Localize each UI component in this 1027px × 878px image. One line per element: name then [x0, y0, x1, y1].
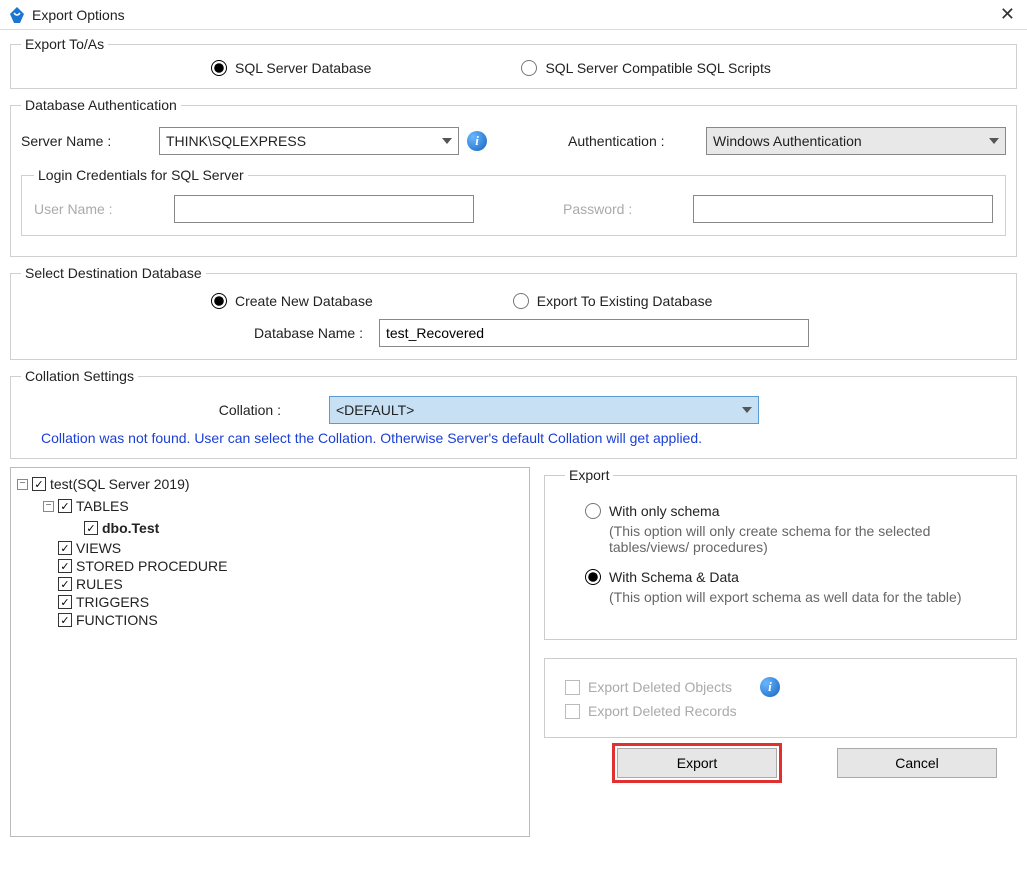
radio-sql-database-input[interactable]	[211, 60, 227, 76]
auth-legend: Database Authentication	[21, 97, 181, 113]
radio-export-existing-db[interactable]: Export To Existing Database	[513, 293, 713, 309]
tree-expander[interactable]: −	[17, 479, 28, 490]
radio-schema-only-label: With only schema	[609, 503, 719, 519]
database-name-input[interactable]	[379, 319, 809, 347]
deleted-options-group: Export Deleted Objects i Export Deleted …	[544, 658, 1017, 738]
tree-checkbox[interactable]	[58, 595, 72, 609]
titlebar: Export Options ✕	[0, 0, 1027, 30]
auth-group: Database Authentication Server Name : TH…	[10, 97, 1017, 257]
tree-checkbox[interactable]	[58, 559, 72, 573]
radio-schema-data-input[interactable]	[585, 569, 601, 585]
server-name-value: THINK\SQLEXPRESS	[166, 133, 306, 149]
authentication-dropdown[interactable]: Windows Authentication	[706, 127, 1006, 155]
tree-table-item: dbo.Test	[102, 520, 159, 536]
destination-legend: Select Destination Database	[21, 265, 206, 281]
cancel-button[interactable]: Cancel	[837, 748, 997, 778]
tree-root-label: test(SQL Server 2019)	[50, 476, 190, 492]
collation-legend: Collation Settings	[21, 368, 138, 384]
close-icon[interactable]: ✕	[996, 4, 1019, 25]
info-icon[interactable]: i	[467, 131, 487, 151]
export-mode-legend: Export	[565, 467, 613, 483]
radio-schema-only[interactable]: With only schema	[585, 503, 996, 519]
radio-sql-database-label: SQL Server Database	[235, 60, 371, 76]
chevron-down-icon	[442, 138, 452, 144]
login-legend: Login Credentials for SQL Server	[34, 167, 248, 183]
radio-sql-scripts-label: SQL Server Compatible SQL Scripts	[545, 60, 770, 76]
info-icon[interactable]: i	[760, 677, 780, 697]
schema-only-desc: (This option will only create schema for…	[609, 523, 969, 555]
radio-create-new-db-input[interactable]	[211, 293, 227, 309]
radio-sql-scripts-input[interactable]	[521, 60, 537, 76]
export-button[interactable]: Export	[617, 748, 777, 778]
radio-create-new-db-label: Create New Database	[235, 293, 373, 309]
export-to-legend: Export To/As	[21, 36, 108, 52]
chevron-down-icon	[989, 138, 999, 144]
collation-note: Collation was not found. User can select…	[21, 430, 1006, 446]
export-to-group: Export To/As SQL Server Database SQL Ser…	[10, 36, 1017, 89]
radio-sql-scripts[interactable]: SQL Server Compatible SQL Scripts	[521, 60, 770, 76]
radio-schema-data-label: With Schema & Data	[609, 569, 739, 585]
chevron-down-icon	[742, 407, 752, 413]
tree-checkbox[interactable]	[58, 577, 72, 591]
password-label: Password :	[563, 201, 683, 217]
tree-sp-label: STORED PROCEDURE	[76, 558, 227, 574]
tree-checkbox[interactable]	[58, 541, 72, 555]
tree-checkbox[interactable]	[58, 499, 72, 513]
radio-sql-database[interactable]: SQL Server Database	[211, 60, 371, 76]
export-mode-group: Export With only schema (This option wil…	[544, 467, 1017, 640]
object-tree[interactable]: − test(SQL Server 2019) − TABLES dbo.Tes…	[10, 467, 530, 837]
tree-views-label: VIEWS	[76, 540, 121, 556]
radio-create-new-db[interactable]: Create New Database	[211, 293, 373, 309]
collation-value: <DEFAULT>	[336, 402, 414, 418]
tree-functions-label: FUNCTIONS	[76, 612, 158, 628]
tree-checkbox[interactable]	[58, 613, 72, 627]
tree-checkbox[interactable]	[84, 521, 98, 535]
radio-schema-data[interactable]: With Schema & Data	[585, 569, 996, 585]
collation-dropdown[interactable]: <DEFAULT>	[329, 396, 759, 424]
tree-tables-label: TABLES	[76, 498, 129, 514]
login-credentials-group: Login Credentials for SQL Server User Na…	[21, 167, 1006, 236]
window-title: Export Options	[32, 7, 996, 23]
radio-export-existing-db-label: Export To Existing Database	[537, 293, 713, 309]
deleted-objects-label: Export Deleted Objects	[588, 679, 732, 695]
radio-export-existing-db-input[interactable]	[513, 293, 529, 309]
checkbox-deleted-objects	[565, 680, 580, 695]
tree-checkbox[interactable]	[32, 477, 46, 491]
authentication-label: Authentication :	[568, 133, 698, 149]
database-name-label: Database Name :	[21, 325, 371, 341]
server-name-dropdown[interactable]: THINK\SQLEXPRESS	[159, 127, 459, 155]
authentication-value: Windows Authentication	[713, 133, 862, 149]
password-input	[693, 195, 993, 223]
tree-triggers-label: TRIGGERS	[76, 594, 149, 610]
checkbox-deleted-records	[565, 704, 580, 719]
app-icon	[8, 6, 26, 24]
tree-rules-label: RULES	[76, 576, 123, 592]
collation-group: Collation Settings Collation : <DEFAULT>…	[10, 368, 1017, 459]
tree-expander[interactable]: −	[43, 501, 54, 512]
server-name-label: Server Name :	[21, 133, 151, 149]
deleted-records-label: Export Deleted Records	[588, 703, 737, 719]
collation-label: Collation :	[21, 402, 321, 418]
username-input	[174, 195, 474, 223]
schema-data-desc: (This option will export schema as well …	[609, 589, 969, 605]
radio-schema-only-input[interactable]	[585, 503, 601, 519]
username-label: User Name :	[34, 201, 164, 217]
destination-group: Select Destination Database Create New D…	[10, 265, 1017, 360]
